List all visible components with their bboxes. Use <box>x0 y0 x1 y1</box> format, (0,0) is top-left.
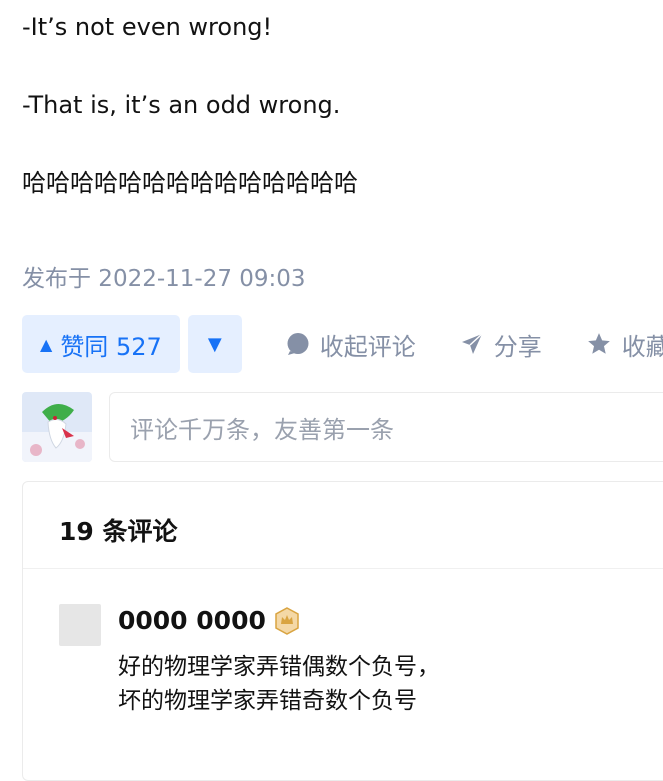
answer-line: -That is, it’s an odd wrong. <box>22 91 341 120</box>
share-label: 分享 <box>493 332 542 361</box>
comment-bubble-icon <box>286 332 310 356</box>
comment-author: 0000 0000 <box>118 606 300 635</box>
comment-input-placeholder: 评论千万条，友善第一条 <box>130 415 394 444</box>
comments-panel: 19 条评论 0000 0000 好的物理学家弄错偶数个负号， 坏的物理学家弄错… <box>22 481 663 781</box>
comment-text-line: 坏的物理学家弄错奇数个负号 <box>118 688 417 714</box>
star-icon <box>586 331 612 357</box>
vote-up-button[interactable]: ▲ 赞同 527 <box>22 315 180 373</box>
collapse-comments-button[interactable]: 收起评论 <box>286 327 416 362</box>
favorite-label: 收藏 <box>621 332 663 361</box>
answer-action-bar: ▲ 赞同 527 ▼ 收起评论 分享 收藏 <box>22 315 663 373</box>
publish-time: 发布于 2022-11-27 09:03 <box>22 266 306 292</box>
comment-author-name[interactable]: 0000 0000 <box>118 606 266 635</box>
collapse-comments-label: 收起评论 <box>319 332 416 361</box>
comment-text: 好的物理学家弄错偶数个负号， 坏的物理学家弄错奇数个负号 <box>118 650 440 718</box>
comment-text-line: 好的物理学家弄错偶数个负号， <box>118 654 440 680</box>
divider <box>23 568 663 569</box>
triangle-up-icon: ▲ <box>40 334 53 354</box>
favorite-button[interactable]: 收藏 <box>586 327 663 362</box>
answer-line: 哈哈哈哈哈哈哈哈哈哈哈哈哈哈 <box>22 169 358 198</box>
comments-count: 19 条评论 <box>59 517 178 546</box>
paper-plane-icon <box>460 332 484 356</box>
answer-line: -It’s not even wrong! <box>22 13 273 41</box>
crown-badge-icon <box>274 606 300 635</box>
current-user-avatar[interactable] <box>22 392 92 462</box>
comment-author-avatar[interactable] <box>59 604 101 646</box>
share-button[interactable]: 分享 <box>460 327 542 362</box>
triangle-down-icon: ▼ <box>207 333 222 355</box>
answer-content: -It’s not even wrong! -That is, it’s an … <box>22 12 663 200</box>
vote-down-button[interactable]: ▼ <box>187 315 242 373</box>
vote-up-label: 赞同 527 <box>60 332 162 361</box>
comment-input[interactable]: 评论千万条，友善第一条 <box>109 392 663 462</box>
